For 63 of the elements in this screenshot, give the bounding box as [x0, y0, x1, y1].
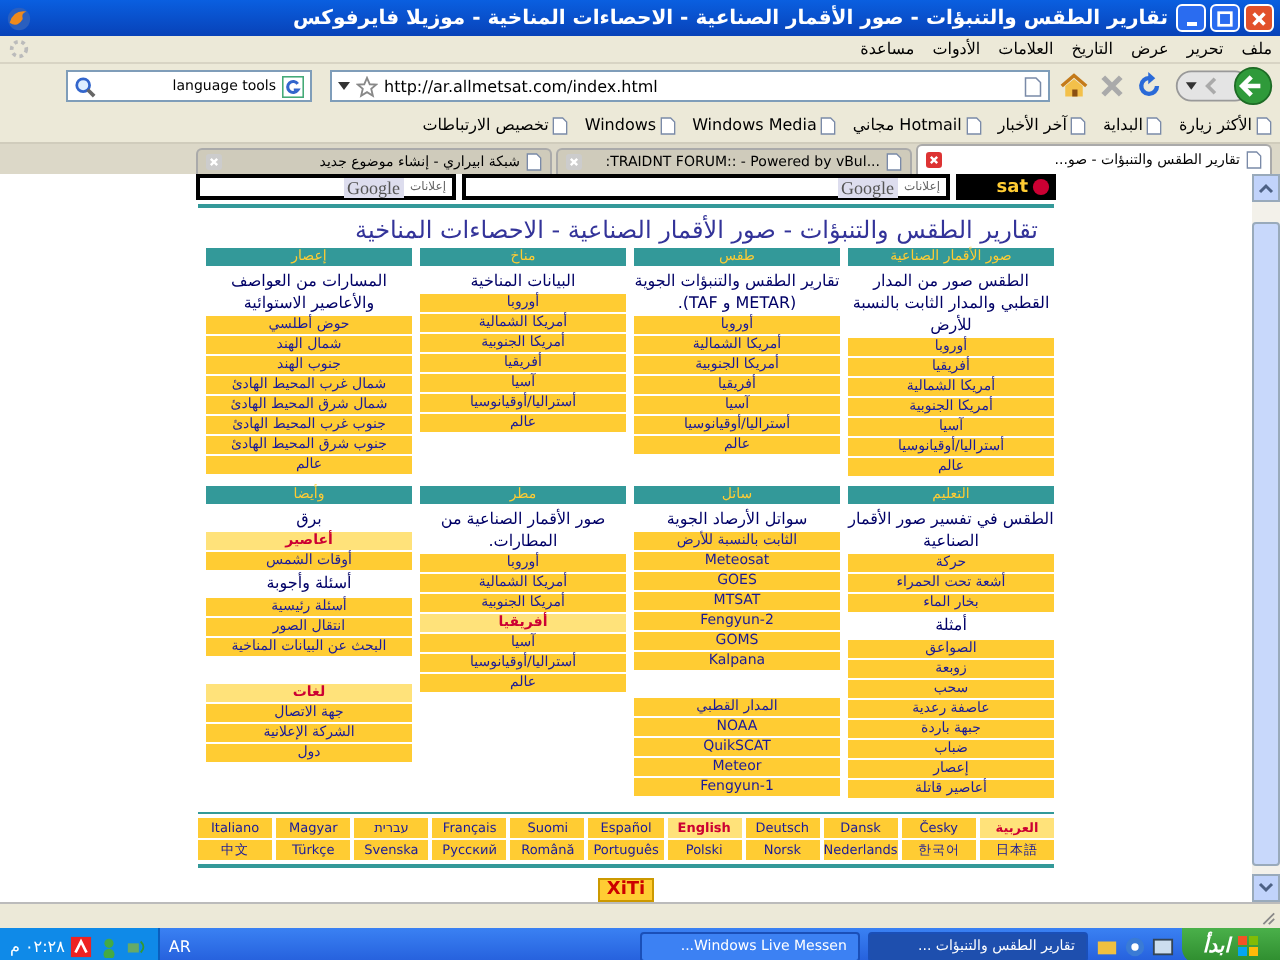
home-icon[interactable] — [1060, 72, 1088, 100]
scroll-up-icon[interactable] — [1258, 182, 1274, 194]
page-icon — [886, 152, 902, 172]
maximize-icon — [1216, 9, 1234, 27]
search-engine-icon[interactable] — [282, 75, 304, 97]
bookmark-item[interactable]: البداية — [1102, 115, 1163, 135]
browser-logo-icon — [6, 5, 32, 31]
bookmark-item[interactable]: آخر الأخبار — [997, 115, 1087, 135]
group-heading: أسئلة وأجوبة — [264, 571, 354, 596]
close-button[interactable] — [1244, 4, 1274, 32]
browser-icon[interactable] — [1124, 935, 1147, 957]
window-title: تقارير الطقس والتنبؤات - صور الأقمار الصناعية - الاحصاءات المناخية - موزيلا فايرفوكس — [291, 7, 1168, 29]
column-description: المسارات من العواصف والأعاصير الاستوائية — [229, 269, 389, 314]
page-icon — [1024, 75, 1042, 97]
reload-icon[interactable] — [1136, 72, 1164, 100]
antivirus-icon[interactable] — [70, 935, 93, 957]
minimize-button[interactable] — [1176, 4, 1206, 32]
menu-item[interactable]: مساعدة — [860, 40, 915, 58]
column-description: الطقس صور من المدار القطبي والمدار الثابت بالنسبة للأرض — [850, 269, 1052, 336]
language-indicator[interactable]: AR — [168, 937, 191, 955]
page-icon — [1070, 115, 1087, 135]
menu-item[interactable]: ملف — [1241, 40, 1272, 58]
menu-item[interactable]: تحرير — [1186, 40, 1224, 58]
column-description: تقارير الطقس والتنبؤات الجوية (METAR و TAF). — [634, 269, 840, 314]
menu-item[interactable]: الأدوات — [932, 40, 981, 58]
page-icon — [660, 115, 677, 135]
dropdown-icon[interactable] — [338, 82, 350, 90]
page-icon — [1146, 115, 1163, 135]
counter-badge[interactable]: XiTi — [598, 878, 654, 902]
column-description: صور الأقمار الصناعية من المطارات. — [438, 506, 608, 552]
desktop-icon[interactable] — [1152, 935, 1175, 957]
page-title: تقارير الطقس والتنبؤات - صور الأقمار الصناعية - الاحصاءات المناخية — [353, 213, 1040, 244]
close-tab-icon[interactable] — [926, 152, 942, 168]
loading-icon — [8, 38, 30, 60]
bookmark-item[interactable]: Windows Media — [692, 115, 837, 135]
column-description: الطقس في تفسير صور الأقمار الصناعية — [848, 506, 1054, 554]
bookmark-item[interactable]: الأكثر زيارة — [1178, 115, 1272, 135]
close-icon — [1250, 9, 1268, 27]
menu-item[interactable]: التاريخ — [1071, 40, 1113, 58]
bookmark-item[interactable]: Windows — [584, 115, 677, 135]
bookmark-item[interactable]: تخصيص الارتباطات — [422, 115, 569, 135]
minimize-icon — [1185, 21, 1197, 25]
column-description: سواتل الأرصاد الجوية — [664, 506, 810, 528]
site-logo[interactable]: sat — [956, 174, 1056, 200]
resize-grip-icon[interactable] — [1258, 907, 1276, 925]
page-icon — [820, 115, 837, 135]
maximize-button[interactable] — [1210, 4, 1240, 32]
scrollbar[interactable] — [1252, 174, 1280, 902]
star-icon[interactable] — [356, 75, 378, 97]
address-bar[interactable]: http://ar.allmetsat.com/index.html — [330, 70, 1050, 102]
menu-item[interactable]: عرض — [1130, 40, 1169, 58]
group-heading: أمثلة — [933, 613, 969, 638]
menu-item[interactable]: العلامات — [998, 40, 1054, 58]
windows-logo-icon — [1236, 934, 1260, 958]
scroll-down-icon[interactable] — [1258, 882, 1274, 894]
column-description: برق — [294, 507, 324, 530]
column-description: البيانات المناخية — [468, 269, 578, 292]
clock: ٠٢:٢٨ م — [10, 937, 65, 955]
search-icon[interactable] — [74, 75, 96, 97]
start-button[interactable]: ابدأ — [1182, 928, 1280, 960]
bookmark-item[interactable]: Hotmail مجاني — [852, 115, 982, 135]
back-forward-buttons[interactable] — [1174, 66, 1274, 106]
page-icon — [965, 115, 982, 135]
